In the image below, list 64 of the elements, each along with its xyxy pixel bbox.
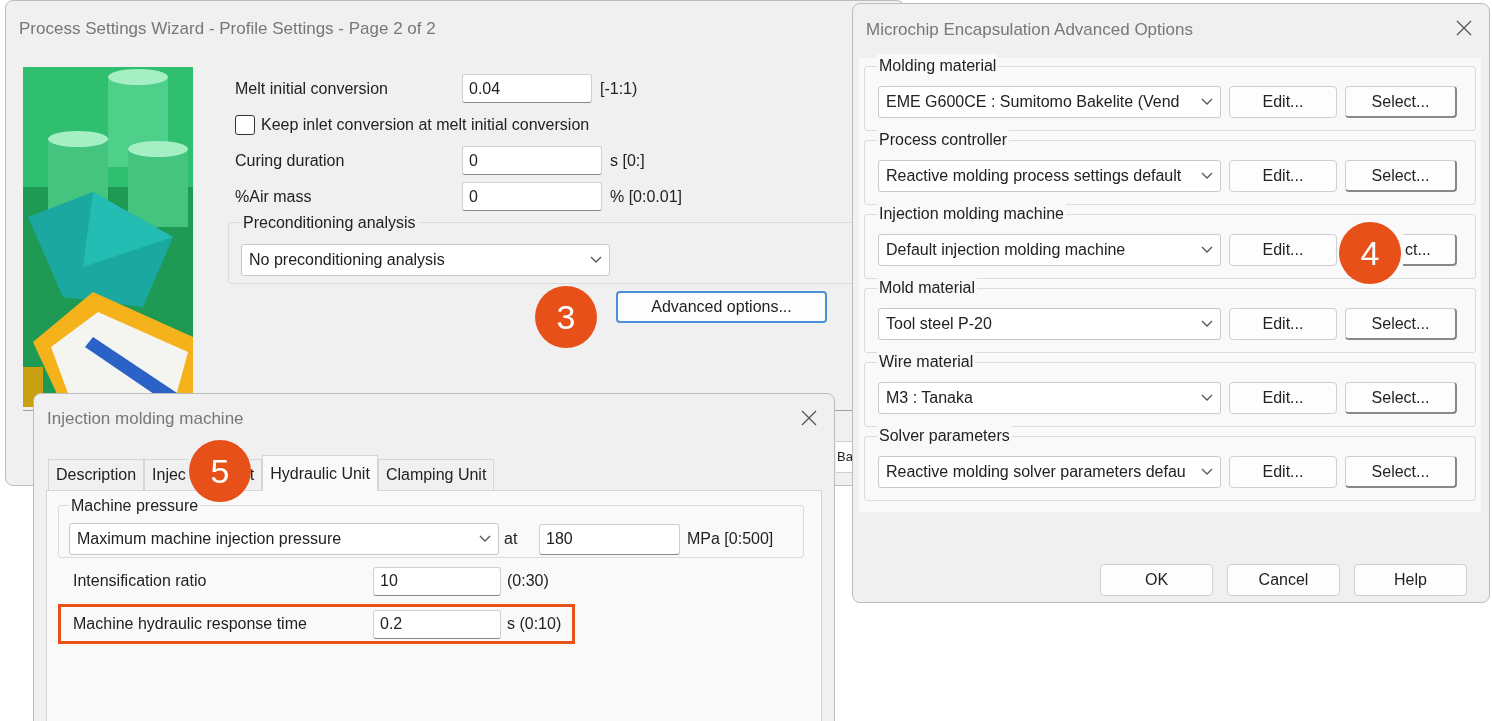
edit-button[interactable]: Edit... [1229,382,1337,414]
select-button[interactable]: Select... [1345,308,1457,340]
chevron-down-icon [1201,246,1213,254]
field-label: Intensification ratio [73,571,208,591]
chevron-down-icon [590,256,602,264]
dropdown[interactable]: Default injection molding machine [878,234,1221,266]
at-label: at [504,529,519,549]
unit-label: MPa [0:500] [687,529,774,549]
select-button[interactable]: Select... [1345,456,1457,488]
dialog-button[interactable]: OK [1100,564,1213,596]
close-icon[interactable] [801,410,817,426]
chevron-down-icon [1201,172,1213,180]
edit-button[interactable]: Edit... [1229,234,1337,266]
window-title: Injection molding machine [47,408,244,430]
chevron-down-icon [1201,320,1213,328]
input-field[interactable]: 10 [373,566,501,596]
dialog-button[interactable]: Cancel [1227,564,1340,596]
tab[interactable]: Clamping Unit [377,459,495,491]
select-button[interactable]: Select... [1345,86,1457,118]
tab-end[interactable]: t [249,459,263,491]
field-label: Curing duration [235,150,346,171]
dropdown[interactable]: Tool steel P-20 [878,308,1221,340]
step-badge: 3 [535,286,597,348]
window-title: Microchip Encapsulation Advanced Options [866,19,1193,41]
input-field[interactable]: 0 [462,146,602,175]
dropdown[interactable]: No preconditioning analysis [241,244,610,276]
dropdown[interactable]: EME G600CE : Sumitomo Bakelite (Vend [878,86,1221,118]
edit-button[interactable]: Edit... [1229,456,1337,488]
field-label: Machine hydraulic response time [73,614,308,634]
tab[interactable]: Injec [144,459,188,491]
unit-label: s [0:] [610,150,645,171]
select-button[interactable]: Select... [1345,160,1457,192]
dropdown[interactable]: Reactive molding solver parameters defau [878,456,1221,488]
edit-button[interactable]: Edit... [1229,308,1337,340]
unit-label: s (0:10) [507,614,562,634]
chevron-down-icon [1201,98,1213,106]
chevron-down-icon [479,535,491,543]
field-label: %Air mass [235,186,313,207]
input-field[interactable]: 0.04 [462,74,592,103]
step-badge: 4 [1339,222,1401,284]
input-field[interactable]: 0 [462,182,602,211]
unit-label: [-1:1) [600,78,638,99]
dropdown[interactable]: Reactive molding process settings default [878,160,1221,192]
advanced-options-button[interactable]: Advanced options... [616,291,827,323]
edit-button[interactable]: Edit... [1229,160,1337,192]
select-button[interactable]: Select... [1345,382,1457,414]
edit-button[interactable]: Edit... [1229,86,1337,118]
chevron-down-icon [1201,394,1213,402]
dropdown[interactable]: Maximum machine injection pressure [69,523,499,555]
close-icon[interactable] [1456,20,1472,36]
input-field[interactable]: 180 [539,523,680,555]
input-field[interactable]: 0.2 [373,609,501,639]
dropdown[interactable]: M3 : Tanaka [878,382,1221,414]
tab[interactable]: Hydraulic Unit [262,455,378,491]
unit-label: (0:30) [507,571,549,591]
chevron-down-icon [1201,468,1213,476]
field-label: Melt initial conversion [235,78,389,99]
window-title: Process Settings Wizard - Profile Settings - Page 2 of 2 [19,18,436,40]
unit-label: % [0:0.01] [610,186,683,207]
select-button[interactable]: ct... [1403,234,1457,266]
checkbox-label: Keep inlet conversion at melt initial conversion [261,114,590,135]
checkbox[interactable] [235,114,255,135]
dialog-button[interactable]: Help [1354,564,1467,596]
tab[interactable]: Description [48,459,145,491]
